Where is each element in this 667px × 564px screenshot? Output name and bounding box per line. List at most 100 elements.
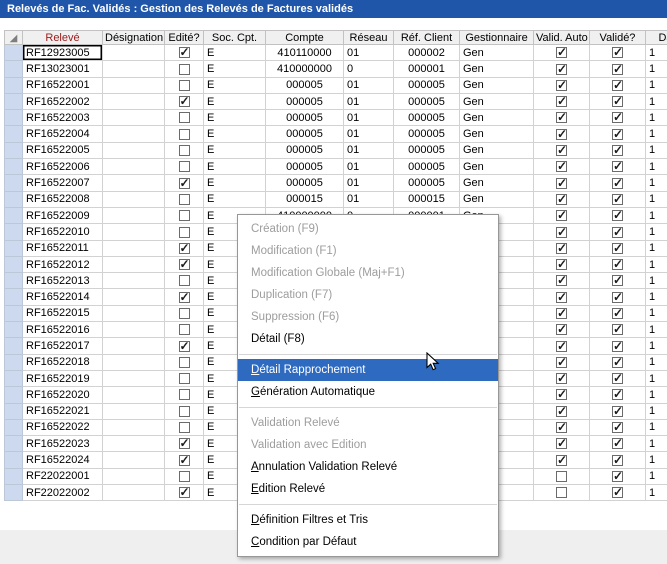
row-selector[interactable] xyxy=(5,305,23,321)
valide-checkbox[interactable] xyxy=(612,308,623,319)
cell-designation[interactable] xyxy=(103,468,165,484)
cell-designation[interactable] xyxy=(103,403,165,419)
cell-releve[interactable]: RF16522021 xyxy=(23,403,103,419)
cell-compte[interactable]: 000005 xyxy=(266,142,344,158)
cell-reseau[interactable]: 01 xyxy=(344,175,394,191)
valide-checkbox[interactable] xyxy=(612,243,623,254)
cell-ref_client[interactable]: 000005 xyxy=(394,110,460,126)
row-selector[interactable] xyxy=(5,403,23,419)
valid_auto-checkbox[interactable] xyxy=(556,275,567,286)
valide-checkbox[interactable] xyxy=(612,373,623,384)
row-selector[interactable] xyxy=(5,110,23,126)
cell-valide[interactable] xyxy=(590,191,646,207)
row-selector[interactable] xyxy=(5,419,23,435)
cell-da[interactable]: 1 xyxy=(646,273,667,289)
valid_auto-checkbox[interactable] xyxy=(556,64,567,75)
valide-checkbox[interactable] xyxy=(612,47,623,58)
cell-valide[interactable] xyxy=(590,289,646,305)
edite-checkbox[interactable] xyxy=(179,178,190,189)
cell-valid_auto[interactable] xyxy=(534,273,590,289)
edite-checkbox[interactable] xyxy=(179,389,190,400)
cell-releve[interactable]: RF22022001 xyxy=(23,468,103,484)
cell-gestionnaire[interactable]: Gen xyxy=(460,110,534,126)
menu-item-7[interactable]: Détail Rapprochement xyxy=(238,359,498,381)
valid_auto-checkbox[interactable] xyxy=(556,161,567,172)
edite-checkbox[interactable] xyxy=(179,47,190,58)
valide-checkbox[interactable] xyxy=(612,112,623,123)
cell-releve[interactable]: RF16522019 xyxy=(23,370,103,386)
valide-checkbox[interactable] xyxy=(612,145,623,156)
cell-compte[interactable]: 000005 xyxy=(266,77,344,93)
edite-checkbox[interactable] xyxy=(179,161,190,172)
cell-releve[interactable]: RF12923005 xyxy=(23,45,103,61)
cell-da[interactable]: 1 xyxy=(646,468,667,484)
edite-checkbox[interactable] xyxy=(179,373,190,384)
edite-checkbox[interactable] xyxy=(179,438,190,449)
cell-ref_client[interactable]: 000005 xyxy=(394,77,460,93)
cell-edite[interactable] xyxy=(165,240,204,256)
cell-releve[interactable]: RF16522002 xyxy=(23,93,103,109)
valide-checkbox[interactable] xyxy=(612,178,623,189)
row-selector[interactable] xyxy=(5,175,23,191)
valid_auto-checkbox[interactable] xyxy=(556,292,567,303)
cell-valid_auto[interactable] xyxy=(534,354,590,370)
valide-checkbox[interactable] xyxy=(612,292,623,303)
valid_auto-checkbox[interactable] xyxy=(556,308,567,319)
cell-soc[interactable]: E xyxy=(204,159,266,175)
row-selector[interactable] xyxy=(5,387,23,403)
cell-edite[interactable] xyxy=(165,322,204,338)
cell-valide[interactable] xyxy=(590,403,646,419)
cell-valide[interactable] xyxy=(590,61,646,77)
cell-designation[interactable] xyxy=(103,93,165,109)
cell-compte[interactable]: 000005 xyxy=(266,175,344,191)
cell-releve[interactable]: RF16522004 xyxy=(23,126,103,142)
cell-edite[interactable] xyxy=(165,403,204,419)
cell-da[interactable]: 1 xyxy=(646,370,667,386)
cell-valid_auto[interactable] xyxy=(534,370,590,386)
cell-valid_auto[interactable] xyxy=(534,305,590,321)
edite-checkbox[interactable] xyxy=(179,145,190,156)
cell-gestionnaire[interactable]: Gen xyxy=(460,45,534,61)
cell-releve[interactable]: RF16522001 xyxy=(23,77,103,93)
column-header-da[interactable]: Da xyxy=(646,31,667,45)
valide-checkbox[interactable] xyxy=(612,64,623,75)
cell-designation[interactable] xyxy=(103,207,165,223)
valide-checkbox[interactable] xyxy=(612,259,623,270)
cell-edite[interactable] xyxy=(165,436,204,452)
valid_auto-checkbox[interactable] xyxy=(556,487,567,498)
cell-edite[interactable] xyxy=(165,159,204,175)
cell-valide[interactable] xyxy=(590,468,646,484)
cell-da[interactable]: 1 xyxy=(646,485,667,501)
valid_auto-checkbox[interactable] xyxy=(556,324,567,335)
valid_auto-checkbox[interactable] xyxy=(556,96,567,107)
valid_auto-checkbox[interactable] xyxy=(556,227,567,238)
cell-da[interactable]: 1 xyxy=(646,159,667,175)
cell-releve[interactable]: RF16522008 xyxy=(23,191,103,207)
edite-checkbox[interactable] xyxy=(179,227,190,238)
cell-ref_client[interactable]: 000001 xyxy=(394,61,460,77)
cell-valid_auto[interactable] xyxy=(534,256,590,272)
cell-valid_auto[interactable] xyxy=(534,142,590,158)
edite-checkbox[interactable] xyxy=(179,487,190,498)
cell-gestionnaire[interactable]: Gen xyxy=(460,142,534,158)
row-selector[interactable] xyxy=(5,61,23,77)
cell-da[interactable]: 1 xyxy=(646,256,667,272)
edite-checkbox[interactable] xyxy=(179,129,190,140)
row-selector[interactable] xyxy=(5,338,23,354)
cell-valide[interactable] xyxy=(590,93,646,109)
cell-edite[interactable] xyxy=(165,224,204,240)
column-header-soc[interactable]: Soc. Cpt. xyxy=(204,31,266,45)
cell-gestionnaire[interactable]: Gen xyxy=(460,93,534,109)
valide-checkbox[interactable] xyxy=(612,96,623,107)
edite-checkbox[interactable] xyxy=(179,422,190,433)
valid_auto-checkbox[interactable] xyxy=(556,471,567,482)
cell-gestionnaire[interactable]: Gen xyxy=(460,175,534,191)
valide-checkbox[interactable] xyxy=(612,227,623,238)
cell-compte[interactable]: 000015 xyxy=(266,191,344,207)
cell-soc[interactable]: E xyxy=(204,175,266,191)
cell-valid_auto[interactable] xyxy=(534,403,590,419)
row-selector[interactable] xyxy=(5,468,23,484)
cell-da[interactable]: 1 xyxy=(646,224,667,240)
cell-valide[interactable] xyxy=(590,354,646,370)
cell-valide[interactable] xyxy=(590,322,646,338)
